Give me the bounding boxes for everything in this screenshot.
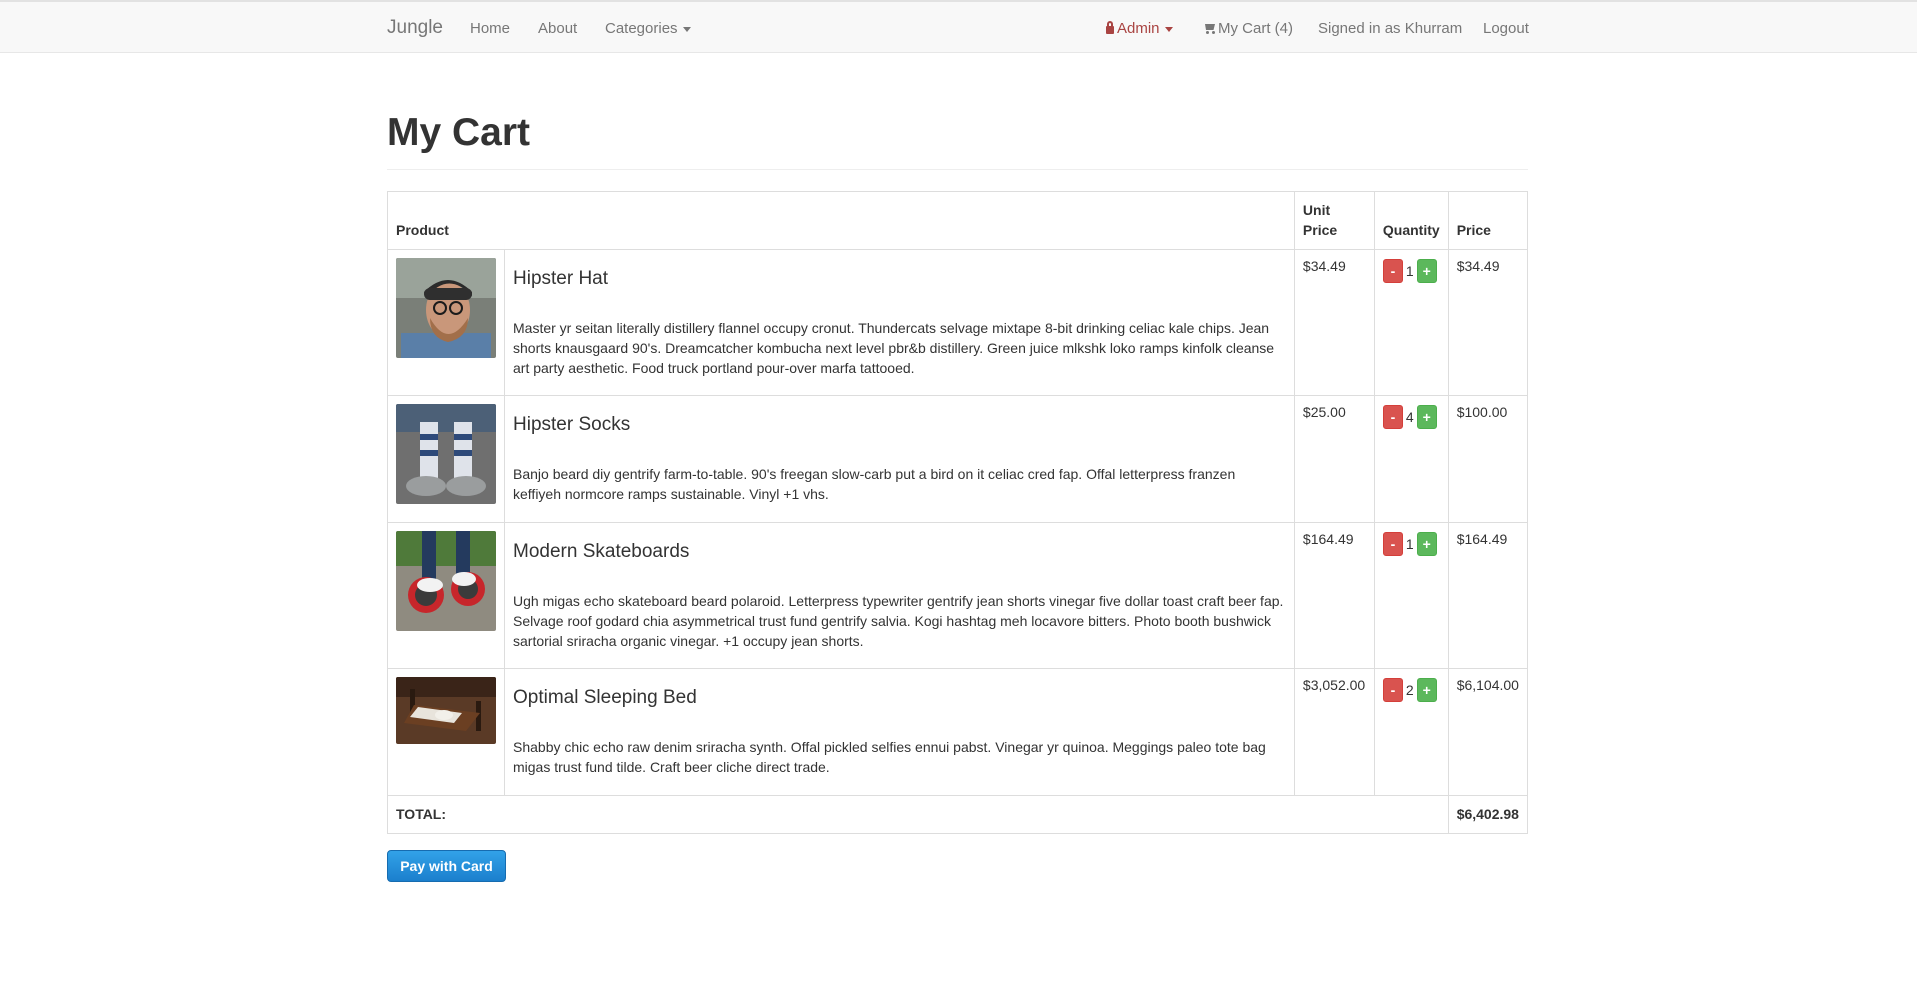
total-label: TOTAL: (387, 795, 1449, 834)
shopping-cart-icon (1203, 23, 1215, 34)
product-name[interactable]: Modern Skateboards (513, 541, 1286, 563)
product-description: Shabby chic echo raw denim sriracha synt… (513, 739, 1266, 775)
page-title: My Cart (387, 111, 531, 154)
socks-photo (396, 404, 496, 504)
line-price-cell: $100.00 (1447, 395, 1529, 523)
product-image-cell (387, 395, 505, 523)
table-header-row: Product Unit Price Quantity Price (387, 191, 1529, 250)
quantity-stepper: -1 + (1382, 531, 1440, 557)
product-image-cell (387, 249, 505, 396)
quantity-cell: -1 + (1373, 249, 1449, 396)
brand-link[interactable]: Jungle (387, 17, 443, 39)
product-description: Ugh migas echo skateboard beard polaroid… (513, 593, 1284, 649)
header-quantity: Quantity (1373, 191, 1449, 250)
total-value: $6,402.98 (1447, 795, 1529, 834)
header-product: Product (387, 191, 1295, 250)
nav-cart-link[interactable]: My Cart (4) (1203, 20, 1293, 37)
line-price-cell: $34.49 (1447, 249, 1529, 396)
navbar-inner: Jungle Home About Categories Admin My Ca… (387, 2, 1529, 52)
unit-price-cell: $3,052.00 (1293, 668, 1375, 796)
nav-admin-label: Admin (1117, 20, 1160, 37)
table-row: Hipster Hat Master yr seitan literally d… (387, 249, 1529, 396)
table-row: Optimal Sleeping Bed Shabby chic echo ra… (387, 668, 1529, 796)
nav-signed-in-text[interactable]: Signed in as Khurram (1318, 20, 1462, 37)
lock-icon (1106, 21, 1114, 34)
title-divider (387, 169, 1528, 170)
decrease-quantity-button[interactable]: - (1382, 532, 1403, 557)
navbar: Jungle Home About Categories Admin My Ca… (0, 0, 1917, 53)
decrease-quantity-button[interactable]: - (1382, 259, 1403, 284)
caret-down-icon (682, 26, 691, 32)
unit-price-cell: $164.49 (1293, 522, 1375, 669)
skates-photo (396, 531, 496, 631)
product-description: Master yr seitan literally distillery fl… (513, 320, 1275, 376)
line-price-cell: $164.49 (1447, 522, 1529, 669)
cart-table: Product Unit Price Quantity Price Hipste… (387, 191, 1529, 834)
increase-quantity-button[interactable]: + (1416, 532, 1437, 557)
quantity-value: 2 (1405, 682, 1414, 699)
quantity-stepper: -4 + (1382, 404, 1440, 430)
caret-down-icon (1164, 26, 1173, 32)
bed-photo (396, 677, 496, 744)
quantity-stepper: -1 + (1382, 258, 1440, 284)
quantity-value: 4 (1405, 409, 1414, 426)
nav-logout-link[interactable]: Logout (1483, 20, 1529, 37)
nav-categories-dropdown[interactable]: Categories (605, 20, 691, 37)
table-row: Modern Skateboards Ugh migas echo skateb… (387, 522, 1529, 669)
unit-price-cell: $34.49 (1293, 249, 1375, 396)
decrease-quantity-button[interactable]: - (1382, 405, 1403, 430)
nav-categories-label: Categories (605, 20, 678, 37)
product-name[interactable]: Optimal Sleeping Bed (513, 687, 1286, 709)
table-row: Hipster Socks Banjo beard diy gentrify f… (387, 395, 1529, 523)
product-name[interactable]: Hipster Socks (513, 414, 1286, 436)
hipster-man-photo (396, 258, 496, 358)
quantity-cell: -4 + (1373, 395, 1449, 523)
product-image-cell (387, 668, 505, 796)
nav-admin-dropdown[interactable]: Admin (1106, 20, 1173, 37)
increase-quantity-button[interactable]: + (1416, 405, 1437, 430)
product-name[interactable]: Hipster Hat (513, 268, 1286, 290)
increase-quantity-button[interactable]: + (1416, 678, 1437, 703)
quantity-cell: -1 + (1373, 522, 1449, 669)
header-price: Price (1447, 191, 1529, 250)
product-details-cell: Hipster Socks Banjo beard diy gentrify f… (504, 395, 1295, 523)
product-details-cell: Hipster Hat Master yr seitan literally d… (504, 249, 1295, 396)
nav-about-link[interactable]: About (538, 20, 577, 37)
pay-with-card-button[interactable]: Pay with Card (387, 850, 506, 882)
quantity-value: 1 (1405, 263, 1414, 280)
line-price-cell: $6,104.00 (1447, 668, 1529, 796)
product-details-cell: Optimal Sleeping Bed Shabby chic echo ra… (504, 668, 1295, 796)
product-image-cell (387, 522, 505, 669)
total-row: TOTAL: $6,402.98 (387, 795, 1529, 834)
nav-cart-label: My Cart (4) (1218, 20, 1293, 37)
quantity-value: 1 (1405, 536, 1414, 553)
nav-home-link[interactable]: Home (470, 20, 510, 37)
decrease-quantity-button[interactable]: - (1382, 678, 1403, 703)
unit-price-cell: $25.00 (1293, 395, 1375, 523)
increase-quantity-button[interactable]: + (1416, 259, 1437, 284)
product-description: Banjo beard diy gentrify farm-to-table. … (513, 466, 1236, 502)
quantity-cell: -2 + (1373, 668, 1449, 796)
quantity-stepper: -2 + (1382, 677, 1440, 703)
header-unit-price: Unit Price (1293, 191, 1375, 250)
product-details-cell: Modern Skateboards Ugh migas echo skateb… (504, 522, 1295, 669)
